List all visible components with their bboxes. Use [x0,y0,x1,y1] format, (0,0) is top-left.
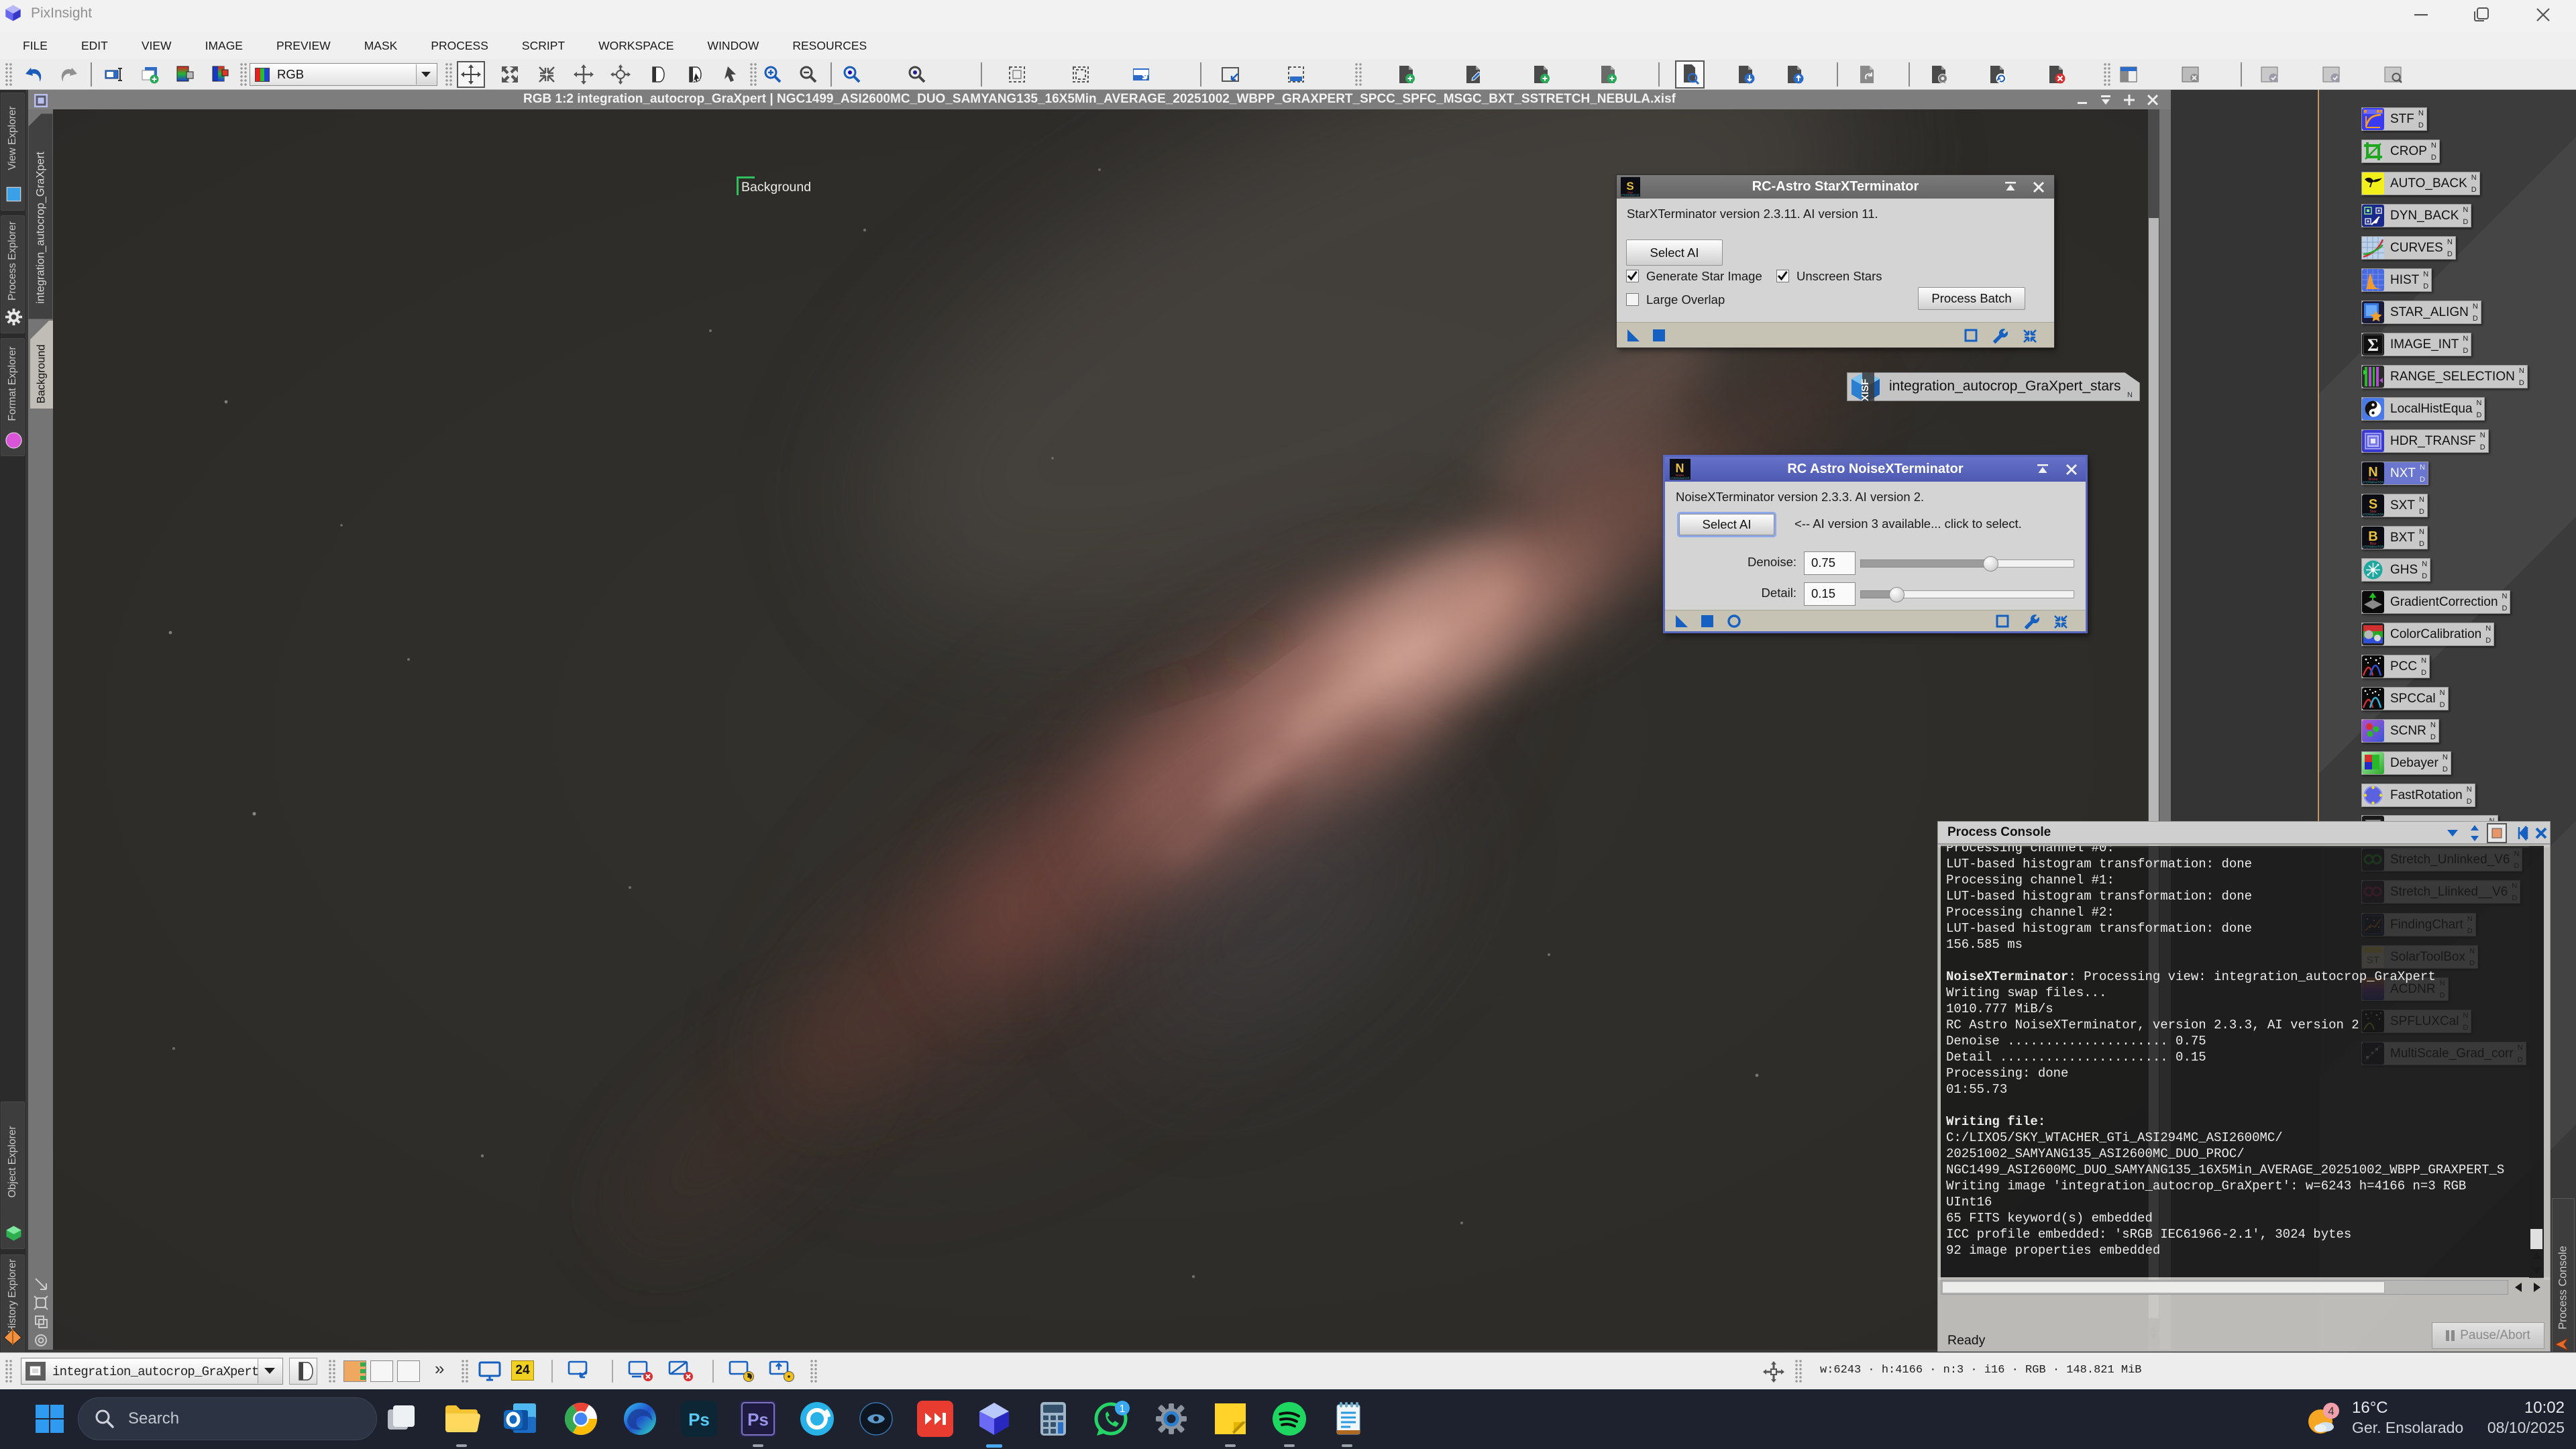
svg-text:XTERMINATOR: XTERMINATOR [2362,481,2384,484]
svg-text:XTERMINATOR: XTERMINATOR [1670,476,1690,480]
svg-text:XISF: XISF [1860,379,1871,401]
svg-text:Ps: Ps [747,1409,769,1430]
svg-text:XTERMINATOR: XTERMINATOR [1621,194,1640,197]
svg-text:Σ: Σ [2367,335,2379,355]
svg-text:XTERMINATOR: XTERMINATOR [2362,545,2384,549]
svg-text:N: N [1676,462,1684,475]
svg-text:4: 4 [2328,1405,2334,1417]
svg-text:Ps: Ps [688,1409,710,1430]
svg-text:XTERMINATOR: XTERMINATOR [2362,513,2384,517]
svg-text:1: 1 [1120,1403,1126,1415]
